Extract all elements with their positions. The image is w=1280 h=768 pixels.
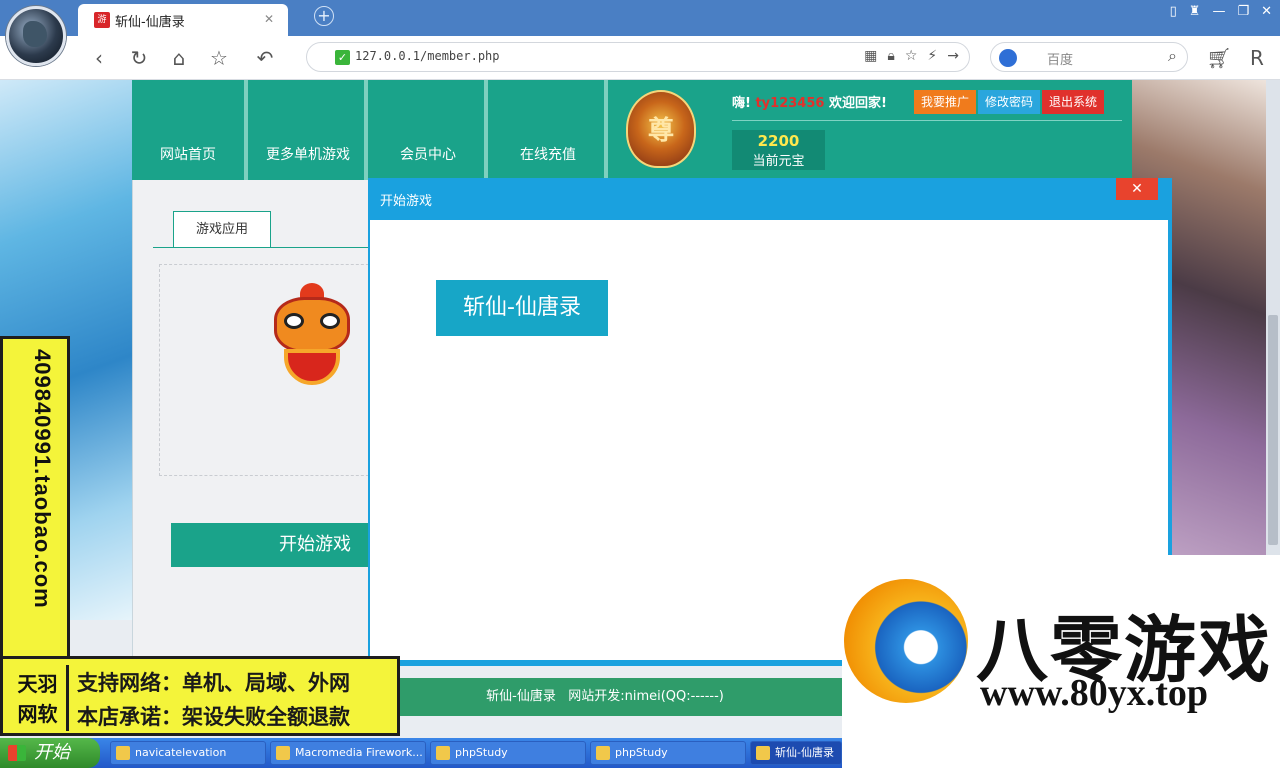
browser-tab[interactable]: 游戏 斩仙-仙唐录 ✕	[78, 4, 288, 41]
taskbar-item-label: navicatelevation	[135, 746, 227, 759]
greeting-prefix: 嗨!	[732, 96, 751, 111]
cart-icon[interactable]: 🛒︎	[1206, 45, 1232, 71]
page-scrollbar-thumb[interactable]	[1268, 315, 1278, 545]
tab-close-icon[interactable]: ✕	[264, 12, 274, 26]
coins-label: 当前元宝	[752, 154, 805, 169]
start-label: 开始	[34, 742, 70, 763]
taskbar-item-label: phpStudy	[455, 746, 508, 759]
go-arrow-icon[interactable]: →	[947, 48, 959, 64]
brand-url: www.80yx.top	[980, 672, 1209, 714]
reload-icon[interactable]: ↻	[126, 45, 152, 71]
bookmark-star-icon[interactable]: ☆	[206, 45, 232, 71]
shop-line-refund: 本店承诺：架设失败全额退款	[77, 705, 350, 729]
home-icon[interactable]: ⌂	[166, 45, 192, 71]
taskbar-item[interactable]: phpStudy	[430, 741, 586, 765]
folder-icon	[436, 746, 450, 760]
search-input[interactable]: 百度	[1047, 49, 1073, 68]
nav-recharge[interactable]: 在线充值	[492, 80, 608, 180]
tab-title: 斩仙-仙唐录	[115, 14, 185, 30]
site-header: 网站首页 更多单机游戏 会员中心 在线充值 尊 嗨! ty123456 欢迎回家…	[132, 80, 1132, 180]
game-card	[159, 264, 379, 476]
tab-favicon-icon: 游戏	[94, 12, 110, 41]
shop-line-network: 支持网络：单机、局域、外网	[77, 671, 350, 695]
shop-url: 409840991.taobao.com	[30, 349, 55, 609]
browser-logo-icon[interactable]	[6, 6, 66, 66]
taskbar-item[interactable]: phpStudy	[590, 741, 746, 765]
lion-dance-icon[interactable]	[270, 283, 354, 387]
dialog-close-icon[interactable]: ✕	[1116, 178, 1158, 200]
window-control-phone-icon[interactable]: ▯	[1170, 4, 1177, 19]
account-icon[interactable]: R	[1244, 45, 1270, 71]
close-window-icon[interactable]: ✕	[1261, 4, 1272, 19]
vip-badge-icon: 尊	[626, 90, 696, 168]
undo-icon[interactable]: ↶	[252, 45, 278, 71]
browser-app-icon	[756, 746, 770, 760]
coins-value: 2200	[757, 132, 800, 150]
taskbar-item-label: Macromedia Firework...	[295, 746, 423, 759]
taskbar-item[interactable]: navicatelevation	[110, 741, 266, 765]
nav-more-games[interactable]: 更多单机游戏	[252, 80, 368, 180]
shop-watermark-vertical: 409840991.taobao.com	[0, 336, 70, 666]
tab-underline	[153, 247, 369, 248]
start-game-button[interactable]: 开始游戏	[171, 523, 369, 567]
speed-mode-icon[interactable]: ⚡︎	[927, 48, 937, 64]
taskbar-item-label: 斩仙-仙唐录	[775, 746, 834, 759]
favorite-icon[interactable]: ☆	[905, 48, 918, 64]
coins-balance: 2200 当前元宝	[732, 130, 825, 170]
dialog-title: 开始游戏	[380, 194, 433, 209]
tab-game-apps[interactable]: 游戏应用	[173, 211, 271, 248]
user-greeting: 嗨! ty123456 欢迎回家!	[732, 92, 887, 111]
nav-member-center[interactable]: 会员中心	[372, 80, 488, 180]
secure-check-icon: ✓	[335, 50, 350, 65]
nav-home[interactable]: 网站首页	[132, 80, 248, 180]
os-taskbar: 开始 navicatelevation Macromedia Firework.…	[0, 738, 842, 768]
logout-button[interactable]: 退出系统	[1042, 90, 1105, 114]
new-tab-button[interactable]: +	[314, 6, 334, 26]
taskbar-item[interactable]: Macromedia Firework...	[270, 741, 426, 765]
browser-tabbar: 游戏 斩仙-仙唐录 ✕ + ▯ ♜ — ❐ ✕	[0, 0, 1280, 41]
brand-watermark: 八零游戏 www.80yx.top	[842, 555, 1280, 768]
site-footer: 斩仙-仙唐录 网站开发:nimei(QQ:------)	[368, 678, 842, 716]
window-controls: ▯ ♜ — ❐ ✕	[1170, 4, 1272, 19]
brand-logo-icon	[844, 579, 968, 703]
shop-logo: 天羽网软	[9, 665, 69, 731]
start-button[interactable]: 开始	[0, 738, 100, 768]
address-url[interactable]: 127.0.0.1/member.php	[355, 49, 500, 63]
launch-game-button[interactable]: 斩仙-仙唐录	[436, 280, 608, 336]
game-panel: 游戏应用 开始游戏	[132, 180, 379, 660]
folder-icon	[116, 746, 130, 760]
search-engine-icon[interactable]	[999, 49, 1017, 67]
address-bar[interactable]: ✓ 127.0.0.1/member.php ▦ 🔒︎ ☆ ⚡︎ →	[306, 42, 970, 72]
taskbar-item-label: phpStudy	[615, 746, 668, 759]
header-divider	[732, 120, 1122, 121]
taskbar-item-active[interactable]: 斩仙-仙唐录	[750, 741, 842, 765]
qr-code-icon[interactable]: ▦	[864, 48, 877, 64]
greeting-suffix: 欢迎回家!	[828, 96, 887, 111]
shop-watermark-banner: 天羽网软 支持网络：单机、局域、外网 本店承诺：架设失败全额退款	[0, 656, 400, 736]
minimize-icon[interactable]: —	[1212, 4, 1225, 19]
window-control-skin-icon[interactable]: ♜	[1189, 4, 1201, 19]
windows-flag-icon	[8, 745, 26, 761]
username: ty123456	[755, 96, 825, 111]
back-icon[interactable]: ‹	[86, 45, 112, 71]
browser-navbar: ‹ ↻ ⌂ ☆ ↶ ✓ 127.0.0.1/member.php ▦ 🔒︎ ☆ …	[0, 36, 1280, 80]
fireworks-icon	[276, 746, 290, 760]
search-box[interactable]: 百度 ⌕	[990, 42, 1188, 72]
lock-icon[interactable]: 🔒︎	[887, 48, 894, 64]
search-icon[interactable]: ⌕	[1168, 46, 1177, 66]
phpstudy-icon	[596, 746, 610, 760]
promote-button[interactable]: 我要推广	[914, 90, 977, 114]
restore-icon[interactable]: ❐	[1237, 4, 1249, 19]
change-password-button[interactable]: 修改密码	[978, 90, 1041, 114]
